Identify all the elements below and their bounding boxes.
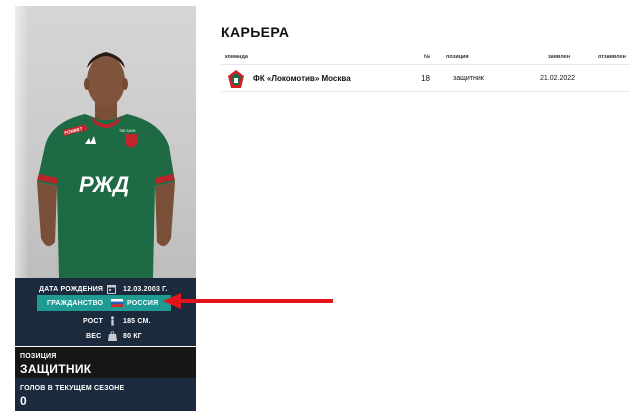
season-goals-box: ГОЛОВ В ТЕКУЩЕМ СЕЗОНЕ 0 [15,378,196,411]
weight-label: ВЕС [86,332,102,340]
height-label: РОСТ [83,317,103,325]
season-goals-value: 0 [20,394,27,408]
citizenship-row: ГРАЖДАНСТВО РОССИЯ [37,295,171,311]
column-header-applied: заявлен [548,54,571,60]
red-arrow-annotation [163,293,333,309]
position-caption: ПОЗИЦИЯ [20,353,57,360]
weight-row: ВЕС 80 КГ [15,329,196,343]
weight-value: 80 КГ [123,332,142,340]
calendar-icon [107,284,116,294]
photo-fade [15,6,29,278]
lokomotiv-logo-icon [228,70,244,88]
dob-label: ДАТА РОЖДЕНИЯ [39,285,104,293]
club-applied-date: 21.02.2022 [540,75,576,82]
column-header-team: команда [225,54,248,60]
player-info-panel: ДАТА РОЖДЕНИЯ 12.03.2003 Г. ГРАЖДАНСТВО … [15,278,196,346]
citizenship-label: ГРАЖДАНСТВО [47,299,104,307]
column-header-number: № [424,54,431,60]
player-photo: FONBET ТКБ БАНК РЖД [15,6,196,278]
column-header-withdrawn: отзаявлен [598,54,626,60]
dob-value: 12.03.2003 Г. [123,285,168,293]
club-number: 18 [421,74,430,83]
height-icon [108,316,117,326]
svg-text:ТКБ БАНК: ТКБ БАНК [119,129,137,133]
career-title: КАРЬЕРА [221,24,290,40]
russia-flag-icon [111,299,123,307]
height-row: РОСТ 185 СМ. [15,314,196,328]
player-card: FONBET ТКБ БАНК РЖД ДАТА РОЖДЕНИЯ 12.03.… [15,6,196,411]
citizenship-value: РОССИЯ [127,299,159,307]
club-name-link[interactable]: ФК «Локомотив» Москва [253,74,351,83]
club-position: защитник [453,75,484,82]
season-goals-caption: ГОЛОВ В ТЕКУЩЕМ СЕЗОНЕ [20,385,125,392]
weight-icon [108,331,117,341]
table-row[interactable]: ФК «Локомотив» Москва 18 защитник 21.02.… [221,64,630,92]
column-header-position: позиция [446,54,469,60]
height-value: 185 СМ. [123,317,151,325]
position-value: ЗАЩИТНИК [20,362,92,376]
position-box: ПОЗИЦИЯ ЗАЩИТНИК [15,347,196,382]
svg-text:РЖД: РЖД [79,172,129,197]
